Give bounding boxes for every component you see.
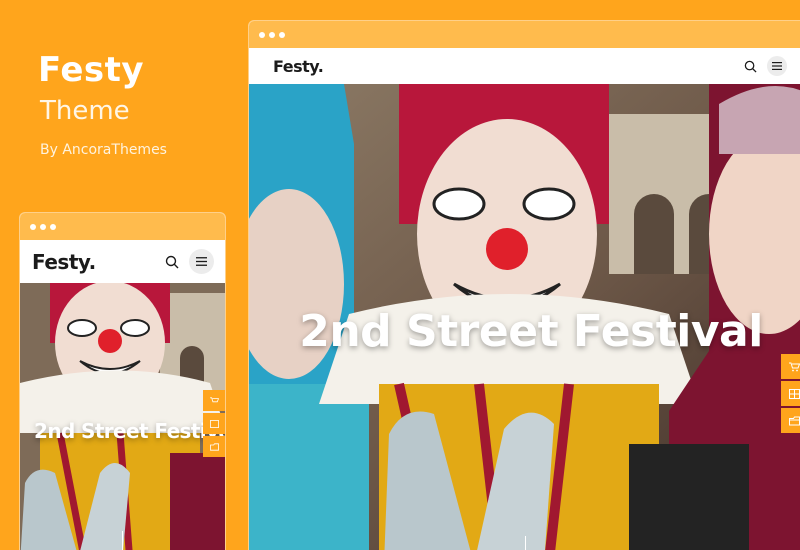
desktop-titlebar <box>249 21 800 48</box>
site-logo[interactable]: Festy. <box>273 57 324 76</box>
header-icons <box>744 56 787 76</box>
promo-block: Festy Theme By AncoraThemes <box>38 50 167 158</box>
window-dot <box>269 31 275 38</box>
scroll-indicator[interactable] <box>525 536 526 550</box>
menu-button[interactable] <box>767 56 787 76</box>
scroll-indicator[interactable] <box>122 531 123 550</box>
hero-photo <box>20 283 225 550</box>
hero-title: 2nd Street Festival <box>299 306 763 357</box>
search-icon[interactable] <box>744 60 757 73</box>
window-dot <box>30 223 36 230</box>
window-dot <box>279 31 285 38</box>
mobile-window: Festy. 2nd Street Festiva <box>19 212 226 550</box>
site-logo[interactable]: Festy. <box>32 250 96 274</box>
side-toolbar <box>781 354 800 433</box>
mobile-site-header: Festy. <box>20 240 225 283</box>
side-toolbar <box>203 390 225 457</box>
mobile-titlebar <box>20 213 225 240</box>
window-dot <box>259 31 265 38</box>
folder-icon[interactable] <box>781 408 800 433</box>
folder-icon[interactable] <box>203 436 225 457</box>
menu-button[interactable] <box>189 249 214 274</box>
cart-icon[interactable] <box>203 390 225 411</box>
desktop-window: Festy. 2nd Street Festival <box>248 20 800 550</box>
cart-icon[interactable] <box>781 354 800 379</box>
promo-title: Festy <box>38 50 145 90</box>
mobile-hero: 2nd Street Festiva <box>20 283 225 550</box>
gallery-icon[interactable] <box>781 381 800 406</box>
header-icons <box>165 249 214 274</box>
promo-byline: By AncoraThemes <box>40 142 167 158</box>
window-dot <box>40 223 46 230</box>
desktop-hero: 2nd Street Festival <box>249 84 800 550</box>
hamburger-icon <box>772 62 782 70</box>
gallery-icon[interactable] <box>203 413 225 434</box>
search-icon[interactable] <box>165 255 179 269</box>
promo-subtitle: Theme <box>40 96 130 126</box>
hamburger-icon <box>196 257 207 266</box>
desktop-site-header: Festy. <box>249 48 800 84</box>
window-dot <box>50 223 56 230</box>
hero-title: 2nd Street Festiva <box>34 419 225 443</box>
